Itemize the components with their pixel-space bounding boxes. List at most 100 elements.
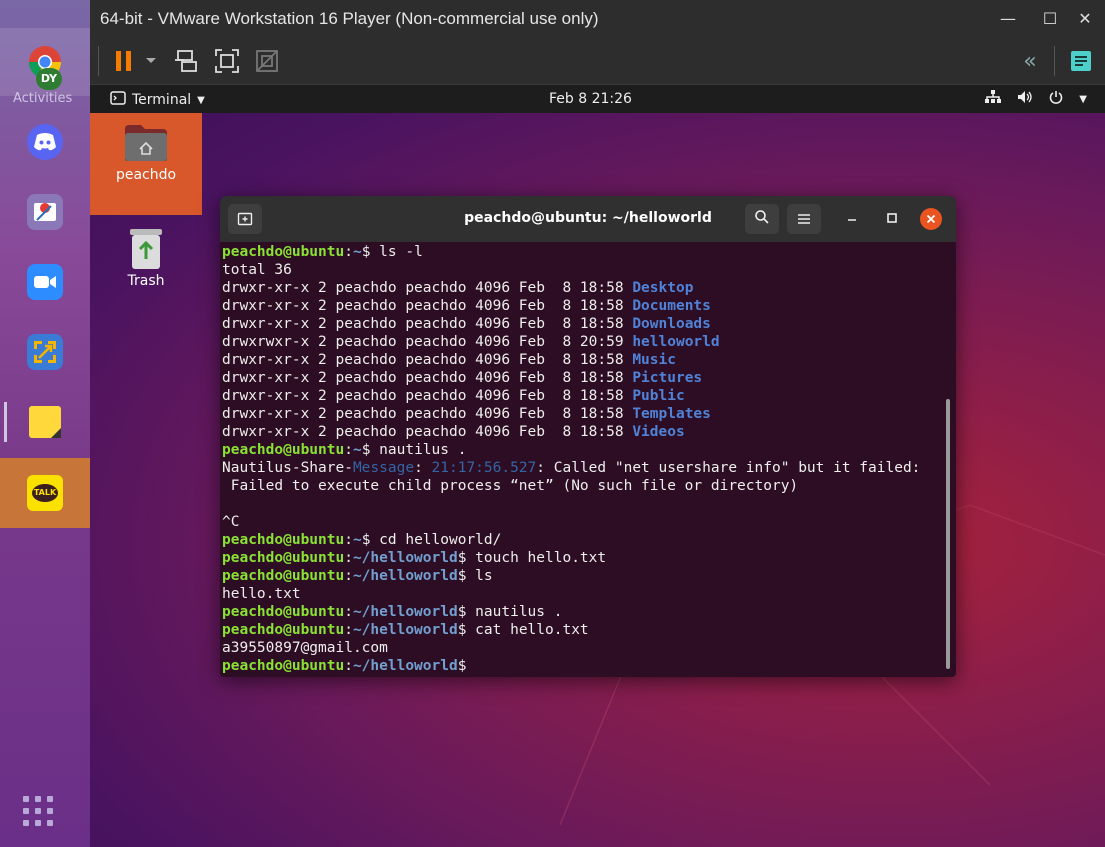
- terminal-text: $ nautilus .: [457, 604, 563, 620]
- terminal-text: drwxr-xr-x 2 peachdo peachdo 4096 Feb 8 …: [222, 352, 633, 368]
- terminal-line: peachdo@ubuntu:~$ nautilus .: [222, 441, 942, 459]
- close-icon[interactable]: [920, 208, 942, 230]
- terminal-text: total 36: [222, 262, 292, 278]
- terminal-text: drwxr-xr-x 2 peachdo peachdo 4096 Feb 8 …: [222, 298, 633, 314]
- terminal-line: peachdo@ubuntu:~/helloworld$ touch hello…: [222, 549, 942, 567]
- library-icon[interactable]: [1066, 46, 1096, 76]
- desktop-icon-trash[interactable]: Trash: [100, 223, 192, 289]
- maximize-icon[interactable]: ☐: [1035, 6, 1065, 32]
- terminal-text: a39550897@gmail.com: [222, 640, 388, 656]
- terminal-line: ^C: [222, 513, 942, 531]
- terminal-line: drwxr-xr-x 2 peachdo peachdo 4096 Feb 8 …: [222, 279, 942, 297]
- kakaotalk-app[interactable]: TALK: [0, 458, 90, 528]
- terminal-text: drwxr-xr-x 2 peachdo peachdo 4096 Feb 8 …: [222, 424, 633, 440]
- hamburger-icon: [797, 210, 811, 229]
- terminal-text: :: [344, 658, 353, 674]
- directory-name: Public: [632, 388, 685, 404]
- snipping-app[interactable]: [0, 178, 90, 246]
- terminal-window[interactable]: peachdo@ubuntu: ~/helloworld peachdo@ubu…: [220, 196, 956, 677]
- unity-icon[interactable]: [252, 46, 282, 76]
- terminal-output[interactable]: peachdo@ubuntu:~$ ls -l total 36 drwxr-xr-…: [222, 243, 942, 675]
- terminal-text: :: [344, 550, 353, 566]
- terminal-line: drwxr-xr-x 2 peachdo peachdo 4096 Feb 8 …: [222, 387, 942, 405]
- terminal-header[interactable]: peachdo@ubuntu: ~/helloworld: [220, 196, 956, 242]
- discord-app[interactable]: [0, 108, 90, 176]
- prompt-user: peachdo@ubuntu: [222, 532, 345, 548]
- terminal-text: $ touch hello.txt: [457, 550, 607, 566]
- app-menu[interactable]: Terminal ▼: [110, 91, 205, 109]
- terminal-text: $ ls: [457, 568, 493, 584]
- terminal-line: a39550897@gmail.com: [222, 639, 942, 657]
- prompt-path: ~: [352, 532, 362, 548]
- search-button[interactable]: [745, 204, 779, 234]
- menu-button[interactable]: [787, 204, 821, 234]
- minimize-icon[interactable]: —: [993, 6, 1023, 32]
- prompt-path: ~/helloworld: [352, 604, 458, 620]
- app-grid-icon[interactable]: [22, 795, 54, 827]
- terminal-line: peachdo@ubuntu:~$ cd helloworld/: [222, 531, 942, 549]
- desktop-icon-home[interactable]: peachdo: [90, 113, 202, 215]
- prompt-user: peachdo@ubuntu: [222, 658, 345, 674]
- terminal-text: drwxr-xr-x 2 peachdo peachdo 4096 Feb 8 …: [222, 406, 633, 422]
- terminal-text: drwxr-xr-x 2 peachdo peachdo 4096 Feb 8 …: [222, 316, 633, 332]
- terminal-line: drwxr-xr-x 2 peachdo peachdo 4096 Feb 8 …: [222, 315, 942, 333]
- scrollbar[interactable]: [946, 399, 950, 669]
- app-menu-label: Terminal: [132, 92, 192, 108]
- terminal-text: drwxr-xr-x 2 peachdo peachdo 4096 Feb 8 …: [222, 370, 633, 386]
- vmware-app[interactable]: [0, 318, 90, 386]
- close-icon[interactable]: ✕: [1070, 6, 1100, 32]
- directory-name: Music: [632, 352, 676, 368]
- desktop-icon-label: peachdo: [115, 167, 177, 183]
- fullscreen-icon[interactable]: [212, 46, 242, 76]
- chevron-down-icon: ▼: [197, 94, 205, 106]
- terminal-line: peachdo@ubuntu:~/helloworld$: [222, 657, 942, 675]
- minimize-icon[interactable]: [844, 210, 860, 226]
- terminal-text: :: [344, 532, 353, 548]
- send-ctrl-alt-del-icon[interactable]: [172, 46, 202, 76]
- vmware-toolbar: «: [90, 38, 1105, 85]
- terminal-line: drwxr-xr-x 2 peachdo peachdo 4096 Feb 8 …: [222, 405, 942, 423]
- profile-badge: DY: [36, 68, 62, 90]
- terminal-text: $ nautilus .: [361, 442, 467, 458]
- terminal-text: ^C: [222, 514, 240, 530]
- terminal-text: :: [414, 460, 432, 476]
- pause-icon[interactable]: [112, 46, 136, 76]
- directory-name: Templates: [632, 406, 711, 422]
- terminal-text: Message: [352, 460, 415, 476]
- terminal-text: Failed to execute child process “net” (N…: [222, 478, 799, 494]
- chevron-down-icon[interactable]: [144, 46, 158, 76]
- gnome-top-bar: Terminal ▼ Feb 8 21:26 ▼: [90, 85, 1105, 113]
- directory-name: helloworld: [632, 334, 720, 350]
- status-menu[interactable]: ▼: [985, 90, 1087, 108]
- terminal-text: hello.txt: [222, 586, 301, 602]
- back-icon[interactable]: «: [1015, 46, 1045, 76]
- directory-name: Videos: [632, 424, 685, 440]
- window-title: 64-bit - VMware Workstation 16 Player (N…: [100, 9, 599, 28]
- prompt-user: peachdo@ubuntu: [222, 568, 345, 584]
- prompt-path: ~/helloworld: [352, 658, 458, 674]
- terminal-icon: [110, 91, 126, 109]
- terminal-text: Nautilus-Share-: [222, 460, 353, 476]
- terminal-text: :: [344, 442, 353, 458]
- clock[interactable]: Feb 8 21:26: [549, 91, 632, 107]
- power-icon: [1049, 90, 1063, 108]
- maximize-icon[interactable]: [884, 210, 900, 226]
- ubuntu-desktop[interactable]: Terminal ▼ Feb 8 21:26 ▼ peachdo Trash p…: [90, 85, 1105, 847]
- prompt-path: ~: [352, 442, 362, 458]
- sticky-notes-app[interactable]: [0, 388, 90, 456]
- directory-name: Documents: [632, 298, 711, 314]
- prompt-path: ~: [352, 244, 362, 260]
- prompt-user: peachdo@ubuntu: [222, 604, 345, 620]
- directory-name: Desktop: [632, 280, 694, 296]
- terminal-line: peachdo@ubuntu:~/helloworld$ ls: [222, 567, 942, 585]
- terminal-text: $ cd helloworld/: [361, 532, 502, 548]
- kakaotalk-label: TALK: [32, 484, 58, 502]
- terminal-text: drwxr-xr-x 2 peachdo peachdo 4096 Feb 8 …: [222, 388, 633, 404]
- zoom-app[interactable]: [0, 248, 90, 316]
- terminal-line: Failed to execute child process “net” (N…: [222, 477, 942, 495]
- chrome-app[interactable]: DY: [0, 28, 90, 96]
- terminal-text: :: [344, 244, 353, 260]
- terminal-line: Nautilus-Share-Message: 21:17:56.527: Ca…: [222, 459, 942, 477]
- activities-label[interactable]: Activities: [13, 91, 72, 106]
- terminal-text: $ ls -l: [361, 244, 423, 260]
